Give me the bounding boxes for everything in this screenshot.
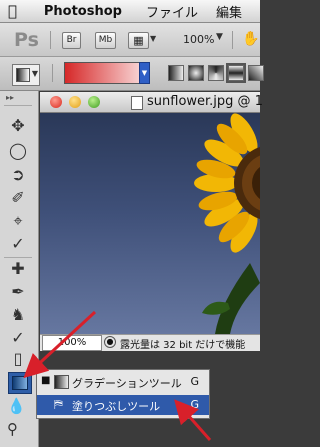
arrow-to-paint-bucket (174, 399, 212, 441)
arrow-to-gradient-tool (23, 310, 97, 379)
annotation-arrows (23, 310, 212, 441)
